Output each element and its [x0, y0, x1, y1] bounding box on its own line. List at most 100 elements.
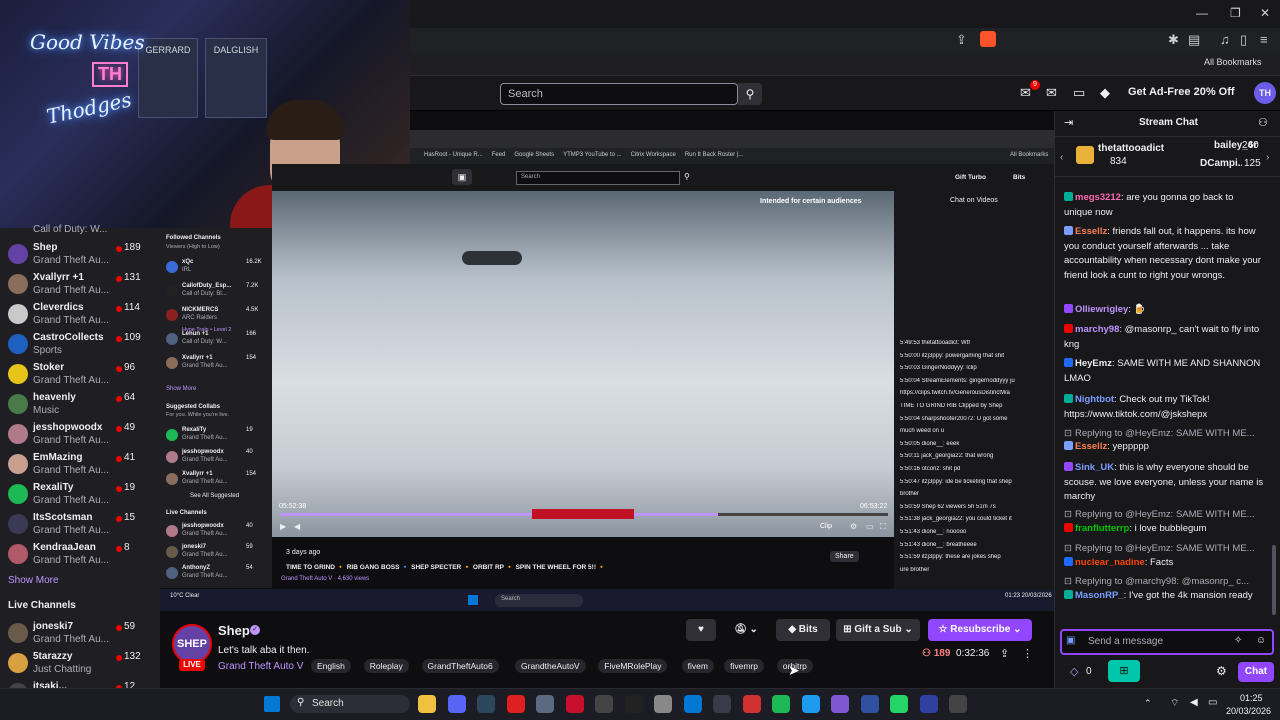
sidebar-channel-row[interactable]: jesshopwoodx Grand Theft Au... 49	[0, 420, 160, 450]
stream-category-link[interactable]: Grand Theft Auto V	[218, 661, 303, 672]
taskbar-app-icon[interactable]	[831, 695, 849, 713]
chat-username[interactable]: nuclear_nadine	[1075, 557, 1145, 568]
share-icon[interactable]: ⇪	[1000, 647, 1009, 660]
fullscreen-icon[interactable]: ⛶	[880, 522, 886, 532]
taskbar-app-icon[interactable]	[742, 695, 761, 713]
sidebar-channel-row[interactable]: RexaliTy Grand Theft Au... 19	[0, 480, 160, 510]
gift-sub-button[interactable]: ⊞ Gift a Sub ⌄	[836, 619, 920, 641]
chat-settings-icon[interactable]: ⚙	[1216, 664, 1227, 678]
brave-shield-icon[interactable]	[980, 31, 996, 47]
prime-loot-icon[interactable]: ✉	[1020, 85, 1031, 101]
volume-icon[interactable]: ◀	[294, 522, 300, 531]
taskbar-app-icon[interactable]	[919, 695, 938, 713]
vod-video-player[interactable]	[272, 191, 894, 537]
tray-chevron-icon[interactable]: ⌃	[1144, 698, 1152, 709]
wifi-icon[interactable]: ⌔	[1170, 697, 1179, 710]
taskbar-app-icon[interactable]	[536, 695, 554, 713]
taskbar-app-icon[interactable]	[595, 695, 613, 713]
taskbar-app-icon[interactable]	[860, 695, 879, 713]
taskbar-time[interactable]: 01:25	[1240, 693, 1263, 703]
streamer-name[interactable]: Shep	[218, 623, 250, 638]
resubscribe-button[interactable]: ☆ Resubscribe ⌄	[928, 619, 1032, 641]
more-options-icon[interactable]: ⋮	[1022, 647, 1033, 660]
stream-tag[interactable]: GrandtheAutoV	[515, 659, 586, 673]
sidebar-channel-row[interactable]: KendraaJean Grand Theft Au... 8	[0, 540, 160, 570]
stream-tag[interactable]: English	[311, 659, 351, 673]
address-bar[interactable]	[410, 28, 1280, 52]
taskbar-app-icon[interactable]	[624, 695, 643, 713]
chat-username[interactable]: Essellz	[1075, 441, 1107, 452]
follow-heart-button[interactable]: ♥	[686, 619, 716, 641]
chat-scrollbar[interactable]	[1272, 545, 1276, 615]
clip-button[interactable]: Clip	[820, 523, 832, 530]
sidebar-channel-row[interactable]: heavenly Music 64	[0, 390, 160, 420]
chat-username[interactable]: Essellz	[1075, 226, 1107, 237]
bits-button[interactable]: ◆ Bits	[776, 619, 830, 641]
speaker-icon[interactable]: ◀	[1190, 697, 1198, 708]
sidebar-channel-row[interactable]: Stoker Grand Theft Au... 96	[0, 360, 160, 390]
sidebar-toggle-icon[interactable]: ▯	[1240, 32, 1247, 48]
taskbar-app-icon[interactable]	[713, 695, 731, 713]
sidebar-channel-row[interactable]: Xvallyrr +1 Grand Theft Au... 131	[0, 270, 160, 300]
chat-username[interactable]: marchy98	[1075, 324, 1119, 335]
whispers-icon[interactable]: ▭	[1073, 85, 1085, 101]
chat-reply-context[interactable]: ⊡ Replying to @marchy98: @masonrp_ c...	[1064, 576, 1264, 587]
collapse-chat-icon[interactable]: ⇥	[1064, 116, 1073, 129]
close-icon[interactable]: ✕	[1260, 6, 1270, 20]
chat-reply-context[interactable]: ⊡ Replying to @HeyEmz: SAME WITH ME...	[1064, 509, 1264, 520]
emote-picker-icon[interactable]: ☺	[1256, 635, 1266, 646]
theatre-mode-icon[interactable]: ▭	[866, 522, 874, 531]
sidebar-channel-row[interactable]: Cleverdics Grand Theft Au... 114	[0, 300, 160, 330]
taskbar-app-icon[interactable]	[949, 695, 967, 713]
stream-tag[interactable]: GrandTheftAuto6	[421, 659, 499, 673]
send-chat-button[interactable]: Chat	[1238, 662, 1274, 682]
extensions-icon[interactable]: ✱	[1168, 32, 1179, 48]
sidebar-channel-row[interactable]: ItsScotsman Grand Theft Au... 15	[0, 510, 160, 540]
chevron-left-icon[interactable]: ‹	[1060, 152, 1063, 163]
taskbar-app-icon[interactable]	[654, 695, 672, 713]
chat-username[interactable]: Olliewrigley	[1075, 304, 1128, 315]
chat-username[interactable]: Nightbot	[1075, 394, 1114, 405]
streamer-avatar[interactable]: SHEP	[172, 624, 212, 664]
sidebar-channel-row[interactable]: CastroCollects Sports 109	[0, 330, 160, 360]
stream-tag[interactable]: Roleplay	[363, 659, 409, 673]
maximize-icon[interactable]: ❐	[1230, 6, 1241, 20]
taskbar-app-icon[interactable]	[447, 695, 466, 713]
taskbar-app-icon[interactable]	[565, 695, 584, 713]
show-more-link[interactable]: Show More	[8, 575, 59, 586]
chat-username[interactable]: megs3212	[1075, 192, 1121, 203]
taskbar-date[interactable]: 20/03/2026	[1226, 706, 1271, 716]
browser-tab-strip[interactable]	[410, 0, 1280, 28]
notifications-toggle[interactable]: 🔕︎ ⌄	[724, 619, 768, 641]
play-icon[interactable]: ▶	[280, 522, 286, 531]
taskbar-app-icon[interactable]	[506, 695, 525, 713]
all-bookmarks-folder[interactable]: All Bookmarks	[1204, 57, 1262, 67]
channel-points-icon[interactable]: ◇	[1070, 665, 1078, 678]
taskbar-search[interactable]: Search	[290, 695, 410, 713]
share-page-icon[interactable]: ⇪	[956, 32, 967, 48]
search-button[interactable]: ⚲	[738, 83, 762, 105]
chat-username[interactable]: Sink_UK	[1075, 462, 1114, 473]
battery-icon[interactable]: ▭	[1208, 697, 1217, 708]
stream-tag[interactable]: FiveMRolePlay	[598, 659, 668, 673]
minimize-icon[interactable]: —	[1196, 6, 1208, 20]
chat-reply-context[interactable]: ⊡ Replying to @HeyEmz: SAME WITH ME...	[1064, 543, 1264, 554]
taskbar-app-icon[interactable]	[683, 695, 702, 713]
bits-cheer-icon[interactable]: ✧	[1234, 635, 1242, 646]
chevron-right-icon[interactable]: ›	[1266, 152, 1269, 163]
taskbar-app-icon[interactable]	[772, 695, 790, 713]
live-channel-row[interactable]: joneski7 Grand Theft Au... 59	[0, 619, 160, 649]
taskbar-app-icon[interactable]	[477, 695, 495, 713]
share-button[interactable]: Share	[830, 551, 859, 562]
get-ad-free-button[interactable]: Get Ad-Free 20% Off	[1128, 86, 1235, 98]
media-icon[interactable]: ♫	[1220, 32, 1230, 47]
community-icon[interactable]: ⚇	[1258, 116, 1268, 129]
inbox-icon[interactable]: ✉	[1046, 85, 1057, 101]
live-channel-row[interactable]: 5tarazzy Just Chatting 132	[0, 649, 160, 679]
see-all-suggested[interactable]: See All Suggested	[190, 493, 239, 499]
taskbar-app-icon[interactable]	[801, 695, 820, 713]
stream-tag[interactable]: fivem	[681, 659, 714, 673]
taskbar-app-icon[interactable]	[418, 695, 436, 713]
windows-start-icon[interactable]	[264, 696, 280, 712]
settings-gear-icon[interactable]: ⚙	[850, 522, 857, 531]
